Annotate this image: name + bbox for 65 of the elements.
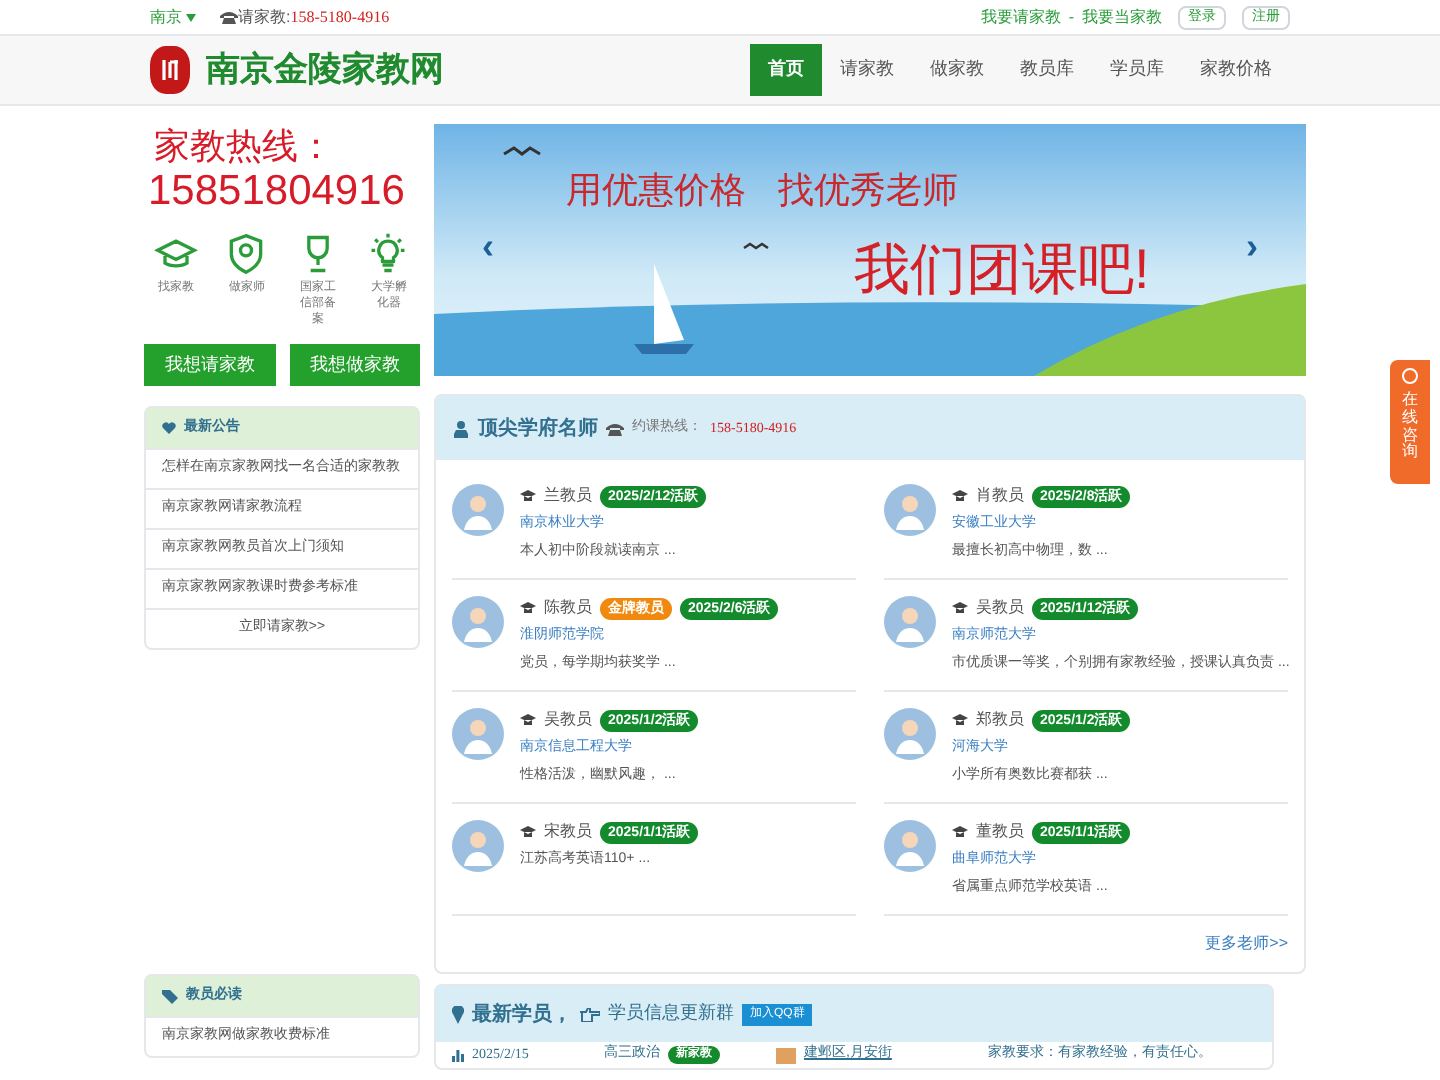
nav-tab[interactable]: 家教价格 [1182,44,1290,96]
graduation-cap-icon [520,714,536,726]
action-button[interactable]: 我想做家教 [289,344,420,386]
teacher-name[interactable]: 兰教员 [544,484,592,508]
teacher-name[interactable]: 陈教员 [544,596,592,620]
teacher-name[interactable]: 郑教员 [976,708,1024,732]
more-teachers-link[interactable]: 更多老师>> [1205,932,1288,956]
bar-chart-icon [452,1049,464,1061]
teacher-name[interactable]: 吴教员 [544,708,592,732]
hotline-title: 家教热线： [152,124,336,168]
pin-icon [452,1005,464,1023]
online-consult-tab[interactable]: 在线咨询 [1390,360,1430,484]
logo-icon [150,46,190,94]
teacher-icon [452,419,470,437]
teacher-name[interactable]: 宋教员 [544,820,592,844]
avatar-icon [884,596,936,648]
nav-tab[interactable]: 学员库 [1092,44,1182,96]
avatar-icon [452,820,504,872]
phone-label: 请家教: [238,5,291,29]
hotline-number: 15851804916 [146,168,407,216]
consult-label: 在线咨询 [1402,392,1418,463]
chat-icon [1402,368,1418,384]
teacher-name[interactable]: 董教员 [976,820,1024,844]
group-label: 学员信息更新群 [608,1000,734,1027]
pointing-hand-icon [580,1007,600,1021]
carousel-next[interactable]: › [1246,228,1258,264]
top-link[interactable]: 我要请家教 [980,5,1061,29]
avatar-icon [452,596,504,648]
banner-headline: 我们团课吧! [854,238,1150,302]
graduation-cap-icon [520,826,536,838]
graduation-cap-icon [952,602,968,614]
city-dropdown[interactable]: 南京 [150,5,196,29]
avatar-icon [884,820,936,872]
carousel-prev[interactable]: ‹ [482,228,494,264]
avatar-icon [452,708,504,760]
teacher-name[interactable]: 肖教员 [976,484,1024,508]
graduation-cap-icon [952,714,968,726]
phone-icon [606,421,624,435]
teacher-name[interactable]: 吴教员 [976,596,1024,620]
avatar-icon [884,708,936,760]
banner-slogan: 用优惠价格 [566,168,746,214]
avatar-icon [452,484,504,536]
panel-title: 最新学员， [472,1000,572,1029]
nav-tab[interactable]: 做家教 [912,44,1002,96]
phone-number: 158-5180-4916 [290,5,390,29]
site-title[interactable]: 南京金陵家教网 [206,44,444,96]
heart-icon [162,422,176,434]
graduation-cap-icon [520,602,536,614]
caret-icon [186,13,196,21]
nav-tab[interactable]: 教员库 [1002,44,1092,96]
map-icon [776,1047,796,1063]
top-link[interactable]: - [1068,5,1074,29]
lightbulb-icon [366,232,411,276]
graduation-cap-icon [952,826,968,838]
avatar-icon [884,484,936,536]
graduation-cap-icon [952,490,968,502]
graduation-cap-icon [520,490,536,502]
tag-icon [162,989,178,1003]
nav-tab[interactable]: 首页 [750,44,822,96]
panel-title: 顶尖学府名师 [478,414,598,443]
top-link[interactable]: 我要当家教 [1082,5,1162,29]
phone-icon [220,10,238,24]
action-button[interactable]: 我想请家教 [144,344,275,386]
nav-tab[interactable]: 请家教 [822,44,912,96]
banner-slogan: 找优秀老师 [778,168,958,214]
